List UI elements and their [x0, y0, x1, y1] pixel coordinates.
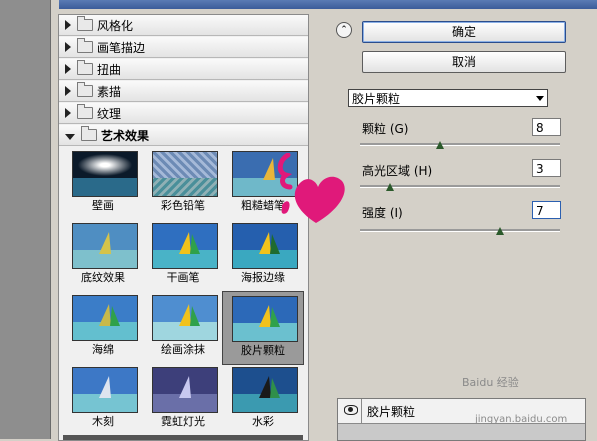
thumbnail-image [152, 367, 218, 413]
category-label: 素描 [97, 84, 122, 99]
category-artistic[interactable]: 艺术效果 [59, 125, 308, 146]
thumbnail-label: 海报边缘 [241, 271, 285, 284]
watermark-brand: Baidu 经验 [462, 376, 519, 389]
effect-layer-name: 胶片颗粒 [367, 405, 416, 419]
category-label: 扭曲 [97, 62, 122, 77]
thumb-fresco[interactable]: 壁画 [63, 147, 143, 219]
highlight-area-label: 高光区域 (H) [362, 164, 433, 178]
expand-arrow-icon[interactable] [65, 64, 71, 74]
thumbnail-label: 霓虹灯光 [161, 415, 205, 428]
watermark-url: jingyan.baidu.com [475, 414, 568, 425]
thumbnail-label: 水彩 [252, 415, 274, 428]
folder-icon [77, 82, 93, 97]
category-sketch[interactable]: 素描 [59, 81, 308, 102]
category-texture[interactable]: 纹理 [59, 103, 308, 124]
ok-button[interactable]: 确定 [362, 21, 566, 43]
expand-arrow-icon[interactable] [65, 42, 71, 52]
folder-open-icon [81, 126, 97, 141]
thumb-paint-daubs[interactable]: 绘画涂抹 [143, 291, 223, 363]
category-distort[interactable]: 扭曲 [59, 59, 308, 80]
filter-gallery: 风格化 画笔描边 扭曲 素描 纹理 艺术效果 壁画 彩色铅笔 粗糙蜡笔 底纹效果… [58, 14, 309, 441]
thumbnail-image [72, 223, 138, 269]
thumbnail-label: 胶片颗粒 [241, 344, 285, 357]
heart-decoration-icon [277, 153, 345, 223]
intensity-input[interactable]: 7 [532, 201, 561, 219]
more-thumbnails-row [63, 435, 303, 440]
thumb-dry-brush[interactable]: 干画笔 [143, 219, 223, 291]
thumbnail-label: 海绵 [92, 343, 114, 356]
category-stylize[interactable]: 风格化 [59, 15, 308, 36]
eye-icon[interactable] [344, 405, 358, 415]
thumbnail-image [152, 295, 218, 341]
thumb-colored-pencil[interactable]: 彩色铅笔 [143, 147, 223, 219]
cancel-button[interactable]: 取消 [362, 51, 566, 73]
chevron-down-icon [536, 96, 544, 101]
category-label: 画笔描边 [97, 40, 146, 55]
collapse-arrow-icon[interactable] [65, 133, 75, 140]
category-label: 纹理 [97, 106, 122, 121]
thumbnail-label: 绘画涂抹 [161, 343, 205, 356]
folder-icon [77, 60, 93, 75]
thumbnail-label: 干画笔 [166, 271, 200, 284]
divider [361, 399, 362, 423]
thumbnail-image [232, 367, 298, 413]
thumb-watercolor[interactable]: 水彩 [223, 363, 303, 435]
grain-slider-track[interactable] [360, 143, 560, 146]
thumb-cutout[interactable]: 木刻 [63, 363, 143, 435]
intensity-slider-knob[interactable] [496, 227, 504, 235]
thumbnail-image [152, 223, 218, 269]
thumb-neon-glow[interactable]: 霓虹灯光 [143, 363, 223, 435]
expand-arrow-icon[interactable] [65, 108, 71, 118]
thumbnail-image [232, 296, 298, 342]
highlight-area-slider-knob[interactable] [386, 183, 394, 191]
preview-area[interactable] [0, 0, 50, 439]
thumbnail-label: 彩色铅笔 [161, 199, 205, 212]
grain-input[interactable]: 8 [532, 118, 561, 136]
expand-arrow-icon[interactable] [65, 86, 71, 96]
thumbnail-label: 壁画 [92, 199, 114, 212]
thumbnail-label: 木刻 [92, 415, 114, 428]
collapse-gallery-icon[interactable]: ⌃ [336, 22, 352, 38]
folder-icon [77, 104, 93, 119]
category-label: 艺术效果 [101, 128, 150, 143]
thumbnail-image [72, 367, 138, 413]
intensity-label: 强度 (I) [362, 206, 403, 220]
highlight-area-input[interactable]: 3 [532, 159, 561, 177]
thumb-film-grain[interactable]: 胶片颗粒 [222, 291, 304, 365]
filter-dropdown[interactable]: 胶片颗粒 [348, 89, 548, 107]
category-label: 风格化 [97, 18, 134, 33]
thumbnail-image [72, 151, 138, 197]
thumbnail-label: 底纹效果 [81, 271, 125, 284]
folder-icon [77, 38, 93, 53]
grain-slider-knob[interactable] [436, 141, 444, 149]
grain-label: 颗粒 (G) [362, 122, 409, 136]
category-brush-strokes[interactable]: 画笔描边 [59, 37, 308, 58]
window-title-bar [0, 0, 597, 9]
folder-icon [77, 16, 93, 31]
expand-arrow-icon[interactable] [65, 20, 71, 30]
thumbnail-image [152, 151, 218, 197]
intensity-slider-track[interactable] [360, 229, 560, 232]
filter-dropdown-value: 胶片颗粒 [352, 92, 401, 106]
thumbnail-image [72, 295, 138, 341]
thumb-underpainting[interactable]: 底纹效果 [63, 219, 143, 291]
thumb-sponge[interactable]: 海绵 [63, 291, 143, 363]
